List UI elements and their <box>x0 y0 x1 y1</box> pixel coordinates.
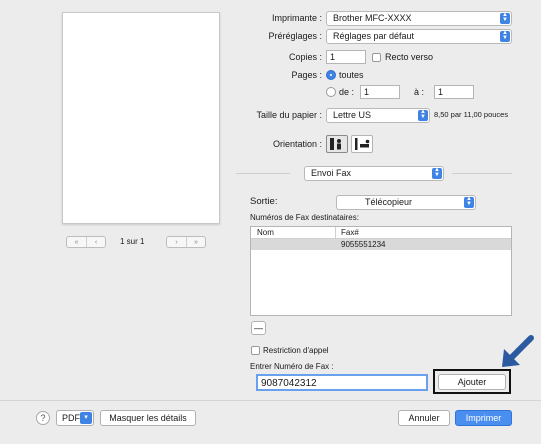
footer-divider <box>0 400 541 401</box>
copies-field[interactable]: 1 <box>326 50 366 64</box>
paper-size-select[interactable]: Lettre US ▲ ▼ <box>326 108 430 123</box>
chevron-updown-icon: ▲ ▼ <box>464 196 474 208</box>
first-page-button[interactable]: « <box>67 237 86 247</box>
output-label: Sortie: <box>250 196 278 207</box>
pages-to-field[interactable]: 1 <box>434 85 474 99</box>
pages-from-field[interactable]: 1 <box>360 85 400 99</box>
section-divider-left <box>236 173 290 174</box>
pages-to-label: à : <box>414 87 425 97</box>
chevron-down-icon: ▾ <box>80 412 92 424</box>
pages-label: Pages : <box>291 70 322 80</box>
add-fax-button[interactable]: Ajouter <box>438 374 506 390</box>
table-header: Nom Fax# <box>251 227 511 239</box>
pages-all-radio[interactable] <box>326 70 336 80</box>
dial-restriction-checkbox[interactable] <box>251 346 260 355</box>
column-separator <box>335 227 336 238</box>
landscape-orientation-button[interactable] <box>351 135 373 153</box>
page-indicator: 1 sur 1 <box>120 237 145 246</box>
table-row[interactable]: 9055551234 <box>251 239 511 250</box>
hide-details-button[interactable]: Masquer les détails <box>100 410 196 426</box>
chevron-updown-icon: ▲ ▼ <box>418 109 428 121</box>
previous-page-button[interactable]: ‹ <box>86 237 105 247</box>
fax-recipients-table[interactable]: Nom Fax# 9055551234 <box>250 226 512 316</box>
orientation-label: Orientation : <box>272 139 322 149</box>
presets-value: Réglages par défaut <box>333 31 415 41</box>
row-fax: 9055551234 <box>341 240 386 249</box>
pager-forward-buttons[interactable]: ›» <box>166 236 206 248</box>
last-page-button[interactable]: » <box>186 237 205 247</box>
pdf-label: PDF <box>62 413 80 423</box>
section-select[interactable]: Envoi Fax ▲ ▼ <box>304 166 444 181</box>
paper-size-dimensions: 8,50 par 11,00 pouces <box>434 110 509 119</box>
remove-fax-button[interactable]: — <box>251 321 266 335</box>
print-preview-page <box>62 12 220 224</box>
annotation-arrow-icon <box>502 335 534 367</box>
cancel-button[interactable]: Annuler <box>398 410 450 426</box>
printer-select[interactable]: Brother MFC-XXXX ▲ ▼ <box>326 11 512 26</box>
pages-range-radio[interactable] <box>326 87 336 97</box>
pdf-menu-button[interactable]: PDF ▾ <box>56 410 94 426</box>
pages-all-label: toutes <box>339 70 364 80</box>
pages-from-label: de : <box>339 87 355 97</box>
copies-label: Copies : <box>288 52 322 62</box>
print-button[interactable]: Imprimer <box>455 410 512 426</box>
duplex-label: Recto verso <box>385 52 434 62</box>
pager-back-buttons[interactable]: «‹ <box>66 236 106 248</box>
column-header-fax[interactable]: Fax# <box>341 227 359 238</box>
column-header-name[interactable]: Nom <box>257 227 274 238</box>
output-select[interactable]: Télécopieur ▲ ▼ <box>336 195 476 210</box>
printer-label: Imprimante : <box>271 13 322 23</box>
chevron-updown-icon: ▲ ▼ <box>432 167 442 179</box>
landscape-person-icon <box>355 138 370 150</box>
duplex-checkbox[interactable] <box>372 53 381 62</box>
section-divider-right <box>452 173 512 174</box>
paper-size-label: Taille du papier : <box>256 110 322 120</box>
portrait-person-icon <box>330 138 341 150</box>
fax-number-input[interactable]: 9087042312 <box>256 374 428 391</box>
paper-size-value: Lettre US <box>333 110 372 120</box>
dial-restriction-label: Restriction d'appel <box>263 346 329 355</box>
chevron-updown-icon: ▲ ▼ <box>500 30 510 42</box>
fax-entry-label: Entrer Numéro de Fax : <box>250 362 334 371</box>
presets-label: Préréglages : <box>268 31 322 41</box>
output-value: Télécopieur <box>365 197 413 207</box>
fax-list-title: Numéros de Fax destinataires: <box>250 213 359 222</box>
portrait-orientation-button[interactable] <box>326 135 348 153</box>
section-select-value: Envoi Fax <box>311 168 352 178</box>
help-button[interactable]: ? <box>36 411 50 425</box>
chevron-updown-icon: ▲ ▼ <box>500 12 510 24</box>
next-page-button[interactable]: › <box>167 237 186 247</box>
presets-select[interactable]: Réglages par défaut ▲ ▼ <box>326 29 512 44</box>
printer-value: Brother MFC-XXXX <box>333 13 412 23</box>
